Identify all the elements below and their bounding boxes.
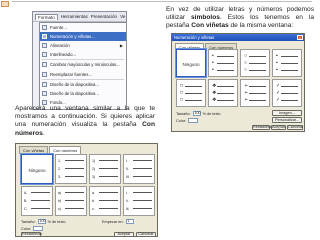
- paragraph-text: Aparecerá una ventana similar a la que t…: [15, 105, 155, 129]
- top-divider: [12, 1, 312, 2]
- font-icon: [42, 25, 47, 31]
- color-label: Color:: [21, 226, 32, 231]
- slide-design-icon: [42, 81, 47, 87]
- number-style-none[interactable]: Ninguno: [20, 153, 54, 185]
- menu-item-diseno-diapositiva[interactable]: Diseño de la diapositiva...: [40, 80, 126, 89]
- size-label: Tamaño:: [21, 219, 36, 224]
- paragraph-bold: Con viñetas: [191, 22, 229, 30]
- number-style-grid: Ninguno 1. 2. 3. 1) 2) 3) I. II. III. A.…: [20, 153, 155, 216]
- slide-layout-icon: [42, 90, 47, 96]
- case-icon: [42, 62, 47, 68]
- menu-presentacion[interactable]: Presentación: [91, 14, 117, 19]
- number-style-roman-upper[interactable]: I. II. III.: [123, 154, 155, 184]
- spacing-icon: [42, 52, 47, 58]
- menu-item-numeracion-vinetas[interactable]: Numeración y viñetas...: [40, 32, 126, 42]
- color-picker[interactable]: [33, 226, 44, 231]
- number-style-alpha-paren[interactable]: a) b) c): [55, 186, 87, 216]
- menu-herramientas[interactable]: Herramientas: [61, 14, 88, 19]
- bullets-icon: [42, 34, 47, 40]
- menu-item-reemplazar-fuentes[interactable]: Reemplazar fuentes...: [40, 69, 126, 78]
- menu-bar: Formato Herramientas Presentación Ve: [33, 12, 126, 22]
- menu-formato[interactable]: Formato: [35, 13, 58, 20]
- menu-item-label: Fuente...: [50, 25, 67, 31]
- reset-button[interactable]: Restablecer: [21, 232, 42, 236]
- size-spinner[interactable]: 100: [37, 219, 46, 224]
- numbers-tab-paragraph: Aparecerá una ventana similar a la que t…: [15, 105, 155, 138]
- size-control: Tamaño: 100 % de texto: [176, 111, 221, 116]
- menu-item-diseno-diapositiva-2[interactable]: Diseño de la diapositiva...: [40, 89, 126, 98]
- format-menu-screenshot: Formato Herramientas Presentación Ve Fue…: [32, 11, 127, 110]
- menu-item-cambiar-mayusculas[interactable]: Cambiar mayúsculas y minúsculas...: [40, 60, 126, 69]
- start-label: Empezar en:: [102, 219, 124, 224]
- menu-item-label: Diseño de la diapositiva...: [50, 90, 99, 96]
- size-label: Tamaño:: [176, 111, 191, 116]
- start-at-control: Empezar en: 1: [102, 219, 134, 224]
- none-label: Ninguno: [182, 61, 200, 67]
- bullets-dialog: Numeración y viñetas × Con viñetas Con n…: [171, 33, 305, 132]
- bullet-style-dot[interactable]: • • •: [208, 49, 238, 77]
- color-picker[interactable]: [188, 118, 199, 123]
- size-control: Tamaño: 100 % de texto: [21, 219, 66, 224]
- paragraph-bold: símbolos: [190, 14, 220, 22]
- ok-button[interactable]: Aceptar: [114, 232, 134, 236]
- custom-button[interactable]: Personalizar...: [272, 117, 302, 123]
- align-icon: [42, 43, 47, 49]
- bullet-style-arrow[interactable]: ➢ ➢ ➢: [240, 79, 270, 107]
- number-style-arabic-dot[interactable]: 1. 2. 3.: [55, 154, 87, 184]
- color-control: Color:: [176, 118, 199, 123]
- menu-item-alineacion[interactable]: Alineación ▶: [40, 41, 126, 50]
- start-spinner[interactable]: 1: [125, 219, 134, 224]
- menu-item-label: Reemplazar fuentes...: [50, 71, 93, 77]
- color-control: Color:: [21, 226, 44, 231]
- bullet-style-grid: Ninguno • • • ○ ○ ○ ▪ ▪ ▪ □ □ □ ❖ ❖ ❖ ➢ …: [175, 48, 302, 107]
- replace-font-icon: [42, 71, 47, 77]
- menu-item-label: Numeración y viñetas...: [50, 34, 95, 40]
- bullet-style-circle[interactable]: ○ ○ ○: [240, 49, 270, 77]
- cancel-button[interactable]: Cancelar: [287, 125, 303, 130]
- size-spinner[interactable]: 100: [192, 111, 201, 116]
- paragraph-text: .: [42, 129, 45, 137]
- none-label: Ninguno: [28, 167, 46, 173]
- tab-con-vinetas[interactable]: Con viñetas: [19, 146, 49, 154]
- menu-item-label: Interlineado...: [50, 52, 77, 58]
- paragraph-text: de la misma ventana:: [228, 22, 294, 30]
- menu-item-label: Diseño de la diapositiva...: [50, 81, 99, 87]
- bullet-style-diamond[interactable]: ❖ ❖ ❖: [208, 79, 238, 107]
- size-unit: % de texto: [47, 219, 66, 224]
- intro-paragraph-symbols: En vez de utilizar letras y números pode…: [166, 6, 314, 31]
- bullet-style-none[interactable]: Ninguno: [175, 48, 207, 78]
- menu-item-fuente[interactable]: Fuente...: [40, 23, 126, 32]
- menu-ver[interactable]: Ve: [120, 14, 125, 19]
- dialog-title: Numeración y viñetas: [174, 35, 215, 40]
- bullet-style-check[interactable]: ✓ ✓ ✓: [272, 79, 302, 107]
- number-style-alpha-upper[interactable]: A. B. C.: [21, 186, 53, 216]
- tab-con-numeros[interactable]: Con números: [49, 146, 82, 154]
- submenu-arrow-icon: ▶: [119, 43, 123, 49]
- menu-item-label: Alineación: [50, 43, 70, 49]
- menu-item-label: Cambiar mayúsculas y minúsculas...: [50, 62, 120, 68]
- cancel-button[interactable]: Cancelar: [136, 232, 156, 236]
- reset-button[interactable]: Restablecer: [252, 125, 273, 130]
- number-style-alpha-dot[interactable]: a. b. c.: [89, 186, 121, 216]
- close-icon[interactable]: ×: [297, 35, 303, 40]
- dialog-titlebar: Numeración y viñetas ×: [172, 34, 304, 41]
- dialog-tabs: Con viñetas Con números: [16, 144, 157, 154]
- bullet-style-hollow-square[interactable]: □ □ □: [176, 79, 206, 107]
- menu-item-interlineado[interactable]: Interlineado...: [40, 50, 126, 59]
- size-unit: % de texto: [202, 111, 221, 116]
- slide-corner-tab: [1, 1, 9, 7]
- bullet-style-square[interactable]: ▪ ▪ ▪: [272, 49, 302, 77]
- image-button[interactable]: Imagen...: [272, 110, 302, 116]
- number-style-roman-lower[interactable]: i. ii. iii.: [123, 186, 155, 216]
- color-label: Color:: [176, 118, 187, 123]
- number-style-arabic-paren[interactable]: 1) 2) 3): [89, 154, 121, 184]
- numbers-dialog: Con viñetas Con números Ninguno 1. 2. 3.…: [15, 143, 158, 237]
- format-dropdown: Fuente... Numeración y viñetas... Alinea…: [39, 22, 126, 109]
- ok-button[interactable]: Aceptar: [271, 125, 286, 130]
